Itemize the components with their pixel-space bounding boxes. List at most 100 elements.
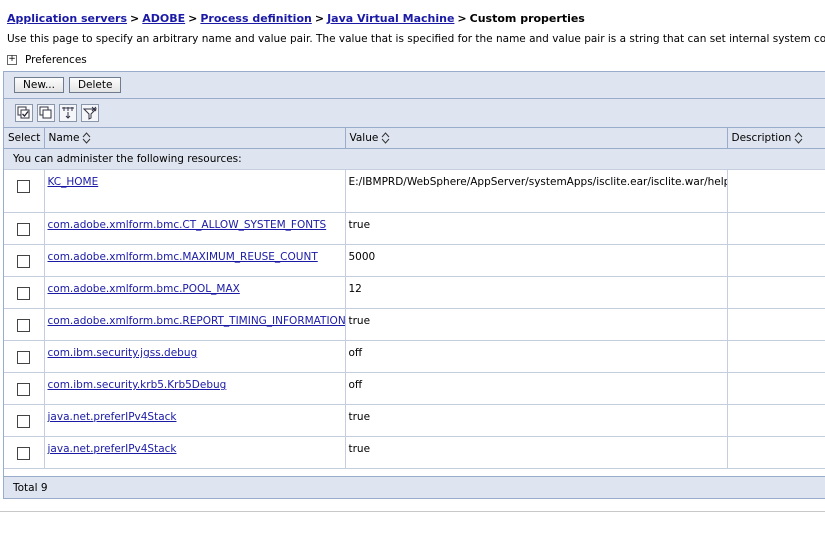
column-header-label: Value — [349, 132, 379, 144]
select-cell — [4, 308, 45, 341]
value-cell: true — [345, 404, 728, 437]
description-cell — [727, 276, 825, 309]
table-header-row: Select Name Value Description — [4, 128, 825, 149]
column-header-value[interactable]: Value — [345, 128, 728, 149]
description-cell — [727, 212, 825, 245]
value-cell: off — [345, 340, 728, 373]
footer-divider — [0, 511, 825, 512]
select-cell — [4, 436, 45, 469]
row-checkbox[interactable] — [17, 180, 31, 193]
column-header-name[interactable]: Name — [44, 128, 346, 149]
breadcrumb-link-java-virtual-machine[interactable]: Java Virtual Machine — [327, 12, 454, 25]
name-cell: KC_HOME — [44, 169, 346, 213]
resources-message: You can administer the following resourc… — [4, 148, 825, 170]
property-name-link[interactable]: com.adobe.xmlform.bmc.MAXIMUM_REUSE_COUN… — [48, 251, 318, 263]
table-row: com.adobe.xmlform.bmc.CT_ALLOW_SYSTEM_FO… — [4, 212, 825, 245]
description-cell — [727, 308, 825, 341]
select-cell — [4, 169, 45, 213]
clear-filter-icon[interactable] — [81, 104, 99, 122]
description-cell — [727, 436, 825, 469]
deselect-all-icon[interactable] — [37, 104, 55, 122]
sort-icon[interactable] — [82, 132, 91, 144]
row-checkbox[interactable] — [17, 447, 31, 460]
preferences-toggle[interactable]: + Preferences — [7, 54, 87, 66]
select-cell — [4, 244, 45, 277]
table-row: com.adobe.xmlform.bmc.REPORT_TIMING_INFO… — [4, 308, 825, 341]
table-row: com.adobe.xmlform.bmc.MAXIMUM_REUSE_COUN… — [4, 244, 825, 277]
table-row: com.ibm.security.krb5.Krb5Debug off — [4, 372, 825, 405]
table-toolbar — [4, 99, 825, 128]
preferences-label[interactable]: Preferences — [25, 54, 87, 66]
breadcrumb-separator: > — [130, 12, 140, 25]
value-cell: E:/IBMPRD/WebSphere/AppServer/systemApps… — [345, 169, 728, 213]
property-name-link[interactable]: com.ibm.security.krb5.Krb5Debug — [48, 379, 227, 391]
column-header-label: Select — [8, 132, 41, 144]
row-checkbox[interactable] — [17, 319, 31, 332]
value-cell: true — [345, 212, 728, 245]
name-cell: com.ibm.security.jgss.debug — [44, 340, 346, 373]
breadcrumb-link-adobe[interactable]: ADOBE — [142, 12, 185, 25]
new-button[interactable]: New... — [14, 77, 64, 93]
property-name-link[interactable]: com.adobe.xmlform.bmc.POOL_MAX — [48, 283, 240, 295]
description-cell — [727, 372, 825, 405]
name-cell: com.adobe.xmlform.bmc.REPORT_TIMING_INFO… — [44, 308, 346, 341]
value-cell: 5000 — [345, 244, 728, 277]
property-name-link[interactable]: com.adobe.xmlform.bmc.REPORT_TIMING_INFO… — [48, 315, 345, 327]
breadcrumb-link-application-servers[interactable]: Application servers — [7, 12, 127, 25]
total-count: Total 9 — [4, 476, 825, 498]
description-cell — [727, 244, 825, 277]
name-cell: java.net.preferIPv4Stack — [44, 404, 346, 437]
table-row: java.net.preferIPv4Stack true — [4, 404, 825, 437]
collection-panel: New... Delete Select Name Value Descript… — [3, 71, 825, 499]
name-cell: com.ibm.security.krb5.Krb5Debug — [44, 372, 346, 405]
column-header-select: Select — [4, 128, 45, 149]
row-checkbox[interactable] — [17, 255, 31, 268]
breadcrumb: Application servers > ADOBE > Process defini… — [7, 12, 585, 25]
property-name-link[interactable]: com.ibm.security.jgss.debug — [48, 347, 198, 359]
table-row: com.ibm.security.jgss.debug off — [4, 340, 825, 373]
table-row: KC_HOME E:/IBMPRD/WebSphere/AppServer/sys… — [4, 169, 825, 213]
column-header-label: Name — [48, 132, 80, 144]
select-cell — [4, 372, 45, 405]
sort-icon[interactable] — [381, 132, 390, 144]
breadcrumb-separator: > — [188, 12, 198, 25]
row-checkbox[interactable] — [17, 383, 31, 396]
breadcrumb-link-process-definition[interactable]: Process definition — [200, 12, 311, 25]
value-cell: true — [345, 308, 728, 341]
row-checkbox[interactable] — [17, 415, 31, 428]
property-name-link[interactable]: com.adobe.xmlform.bmc.CT_ALLOW_SYSTEM_FO… — [48, 219, 327, 231]
row-checkbox[interactable] — [17, 223, 31, 236]
row-checkbox[interactable] — [17, 287, 31, 300]
description-cell — [727, 340, 825, 373]
column-header-label: Description — [731, 132, 792, 144]
property-name-link[interactable]: java.net.preferIPv4Stack — [48, 411, 177, 423]
name-cell: java.net.preferIPv4Stack — [44, 436, 346, 469]
name-cell: com.adobe.xmlform.bmc.POOL_MAX — [44, 276, 346, 309]
resources-message-row: You can administer the following resourc… — [4, 148, 825, 170]
select-cell — [4, 404, 45, 437]
name-cell: com.adobe.xmlform.bmc.MAXIMUM_REUSE_COUN… — [44, 244, 346, 277]
value-cell: true — [345, 436, 728, 469]
select-cell — [4, 340, 45, 373]
select-all-icon[interactable] — [15, 104, 33, 122]
sort-icon[interactable] — [794, 132, 803, 144]
button-bar: New... Delete — [4, 72, 825, 99]
property-name-link[interactable]: java.net.preferIPv4Stack — [48, 443, 177, 455]
select-cell — [4, 276, 45, 309]
row-checkbox[interactable] — [17, 351, 31, 364]
expand-plus-icon[interactable]: + — [7, 55, 17, 65]
delete-button[interactable]: Delete — [68, 77, 122, 93]
show-filter-icon[interactable] — [59, 104, 77, 122]
custom-properties-table: Select Name Value Description You can ad… — [4, 128, 825, 469]
value-cell: 12 — [345, 276, 728, 309]
property-name-link[interactable]: KC_HOME — [48, 176, 99, 188]
table-row: java.net.preferIPv4Stack true — [4, 436, 825, 469]
page-description: Use this page to specify an arbitrary na… — [7, 33, 825, 45]
table-row: com.adobe.xmlform.bmc.POOL_MAX 12 — [4, 276, 825, 309]
value-cell: off — [345, 372, 728, 405]
description-cell — [727, 169, 825, 213]
breadcrumb-current: Custom properties — [469, 12, 585, 25]
description-cell — [727, 404, 825, 437]
breadcrumb-separator: > — [457, 12, 467, 25]
column-header-description[interactable]: Description — [727, 128, 825, 149]
